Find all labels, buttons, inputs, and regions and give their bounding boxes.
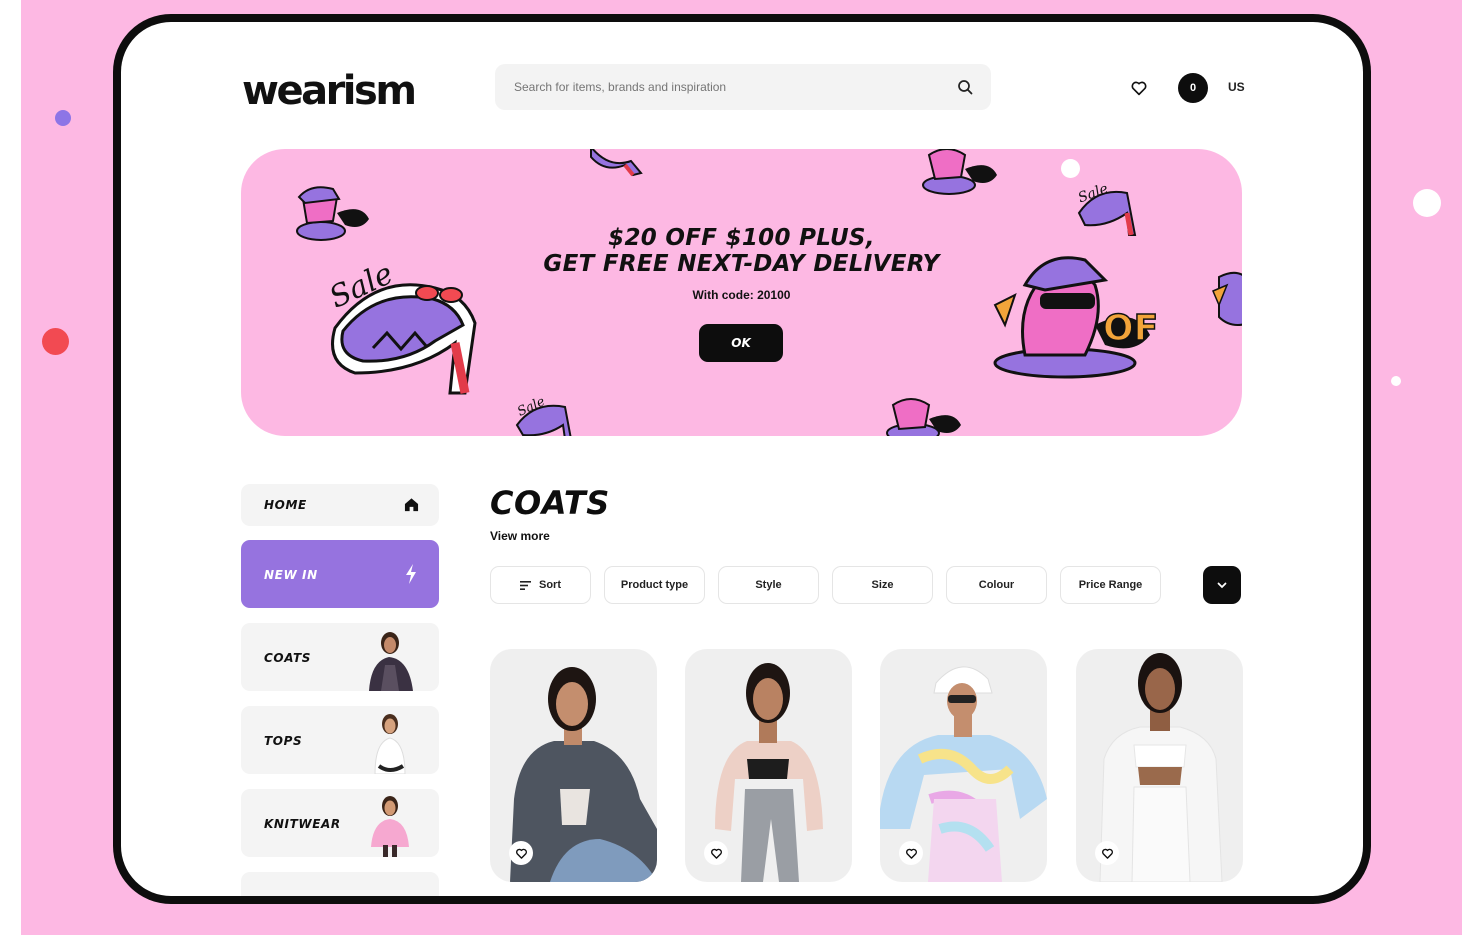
tablet-frame: wearism 0 US: [113, 14, 1371, 904]
search-input[interactable]: [514, 80, 934, 94]
sidebar-item-coats[interactable]: COATS: [241, 623, 439, 691]
brand-logo[interactable]: wearism: [242, 68, 417, 114]
background-stage: wearism 0 US: [21, 0, 1462, 935]
svg-text:OF: OF: [1103, 308, 1158, 349]
sidebar-item-tops[interactable]: TOPS: [241, 706, 439, 774]
app-screen: wearism 0 US: [121, 22, 1363, 896]
heart-icon: [710, 848, 722, 859]
heart-icon: [515, 848, 527, 859]
promo-banner: Sale OF Sale Sale $20 OFF $100 PLUS, GET…: [241, 149, 1242, 436]
product-card[interactable]: [880, 649, 1047, 882]
sidebar-item-label: NEW IN: [264, 568, 318, 582]
page-title: COATS: [490, 484, 610, 522]
tops-thumbnail: [374, 714, 406, 774]
filter-style[interactable]: Style: [718, 566, 819, 604]
filter-label: Style: [755, 579, 782, 591]
filter-label: Product type: [620, 579, 689, 591]
product-card[interactable]: [490, 649, 657, 882]
heart-icon: [1101, 848, 1113, 859]
coats-thumbnail: [369, 632, 413, 691]
view-more-link[interactable]: View more: [490, 529, 550, 543]
heart-icon: [905, 848, 917, 859]
decor-dot-white: [1413, 189, 1441, 217]
sidebar-item-label: COATS: [264, 651, 311, 665]
favorite-button[interactable]: [1095, 841, 1119, 865]
decor-dot-purple: [55, 110, 71, 126]
decor-dot-white-small: [1391, 376, 1401, 386]
sidebar-item-label: HOME: [264, 498, 307, 512]
filter-price-range[interactable]: Price Range: [1060, 566, 1161, 604]
banner-dot: [1061, 159, 1080, 178]
heart-icon[interactable]: [1130, 79, 1148, 97]
sidebar-item-partial[interactable]: [241, 872, 439, 896]
more-filters-button[interactable]: [1203, 566, 1241, 604]
search-icon[interactable]: [957, 79, 973, 95]
filter-label: Colour: [978, 579, 1015, 591]
product-card[interactable]: [1076, 649, 1243, 882]
favorite-button[interactable]: [899, 841, 923, 865]
product-card[interactable]: [685, 649, 852, 882]
cart-count: 0: [1189, 82, 1197, 94]
sidebar-item-knitwear[interactable]: KNITWEAR: [241, 789, 439, 857]
sort-label: Sort: [539, 579, 561, 591]
chevron-down-icon: [1217, 582, 1227, 588]
promo-code-text: With code: 20100: [692, 288, 791, 302]
banner-headline-line2: GET FREE NEXT-DAY DELIVERY: [543, 251, 940, 277]
banner-ok-button[interactable]: OK: [699, 324, 783, 362]
sort-button[interactable]: Sort: [490, 566, 591, 604]
banner-headline-line1: $20 OFF $100 PLUS,: [608, 225, 875, 251]
filter-colour[interactable]: Colour: [946, 566, 1047, 604]
filter-label: Size: [871, 579, 894, 591]
small-sticker: [886, 398, 961, 436]
filter-product-type[interactable]: Product type: [604, 566, 705, 604]
decor-dot-red: [42, 328, 69, 355]
home-icon: [404, 498, 419, 512]
favorite-button[interactable]: [704, 841, 728, 865]
sidebar-item-new-in[interactable]: NEW IN: [241, 540, 439, 608]
cart-button[interactable]: 0: [1178, 73, 1208, 103]
filter-label: Price Range: [1078, 579, 1143, 591]
favorite-button[interactable]: [509, 841, 533, 865]
small-sticker: [922, 149, 997, 195]
sort-icon: [520, 580, 531, 590]
sidebar-item-label: KNITWEAR: [264, 817, 341, 831]
filter-size[interactable]: Size: [832, 566, 933, 604]
locale-selector[interactable]: US: [1228, 80, 1245, 94]
small-heel-sticker: [590, 149, 643, 177]
sidebar-item-label: TOPS: [264, 734, 303, 748]
search-bar[interactable]: [495, 64, 991, 110]
small-heel-sticker: Sale: [515, 394, 572, 436]
sidebar-item-home[interactable]: HOME: [241, 484, 439, 526]
lightning-icon: [406, 564, 416, 584]
knitwear-thumbnail: [371, 796, 409, 857]
